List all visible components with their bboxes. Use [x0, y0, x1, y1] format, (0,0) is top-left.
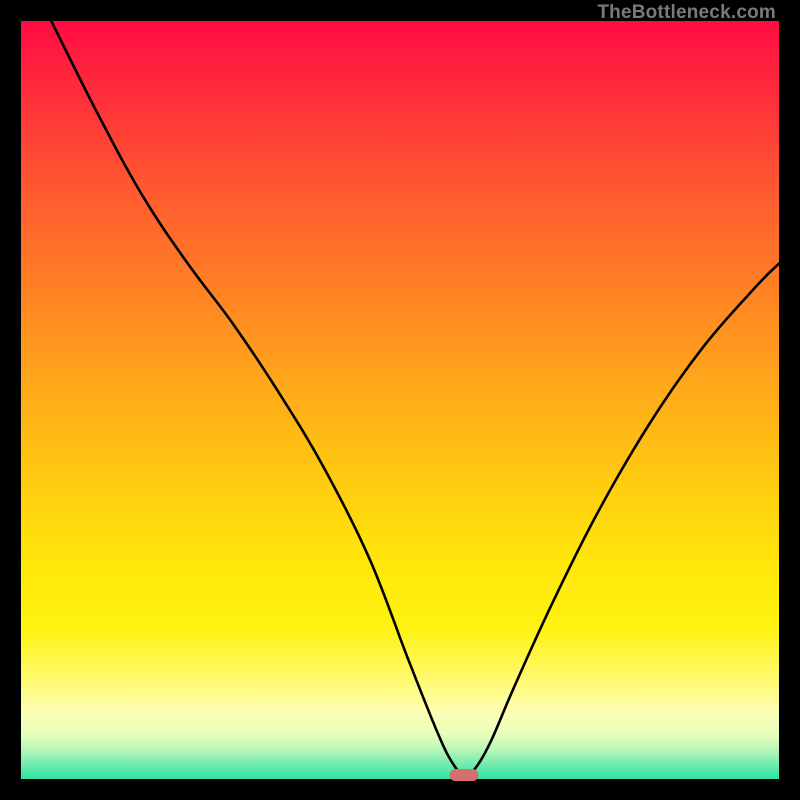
bottleneck-curve — [21, 21, 779, 779]
watermark-text: TheBottleneck.com — [597, 2, 776, 24]
minimum-marker — [450, 769, 479, 781]
plot-area — [21, 21, 779, 779]
chart-container: TheBottleneck.com — [0, 0, 800, 800]
